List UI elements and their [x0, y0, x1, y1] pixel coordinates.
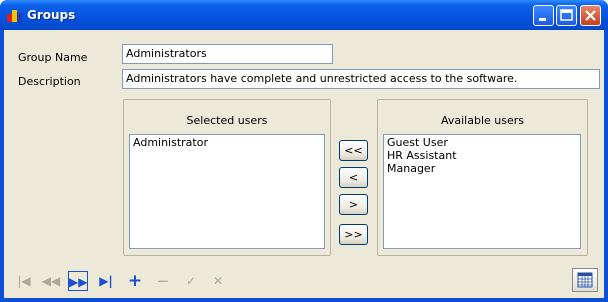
- list-item[interactable]: Guest User: [387, 136, 577, 149]
- minimize-icon: [539, 18, 546, 21]
- confirm-button[interactable]: ✓: [181, 271, 201, 291]
- next-record-button[interactable]: ▶▶: [68, 271, 88, 291]
- cancel-edit-button[interactable]: ✕: [208, 271, 228, 291]
- maximize-icon: [560, 9, 573, 21]
- next-icon: ▶▶: [69, 275, 88, 289]
- close-button[interactable]: [580, 5, 601, 26]
- last-icon: ▶|: [99, 274, 113, 288]
- groups-app-icon: [7, 10, 22, 22]
- delete-record-button[interactable]: −: [153, 271, 173, 291]
- minimize-button[interactable]: [533, 5, 554, 26]
- list-item[interactable]: Administrator: [133, 136, 321, 149]
- available-users-list[interactable]: Guest User HR Assistant Manager: [383, 134, 581, 249]
- groups-window: Groups Group Name Administrators Descrip…: [0, 0, 608, 302]
- remove-all-users-button[interactable]: >>: [339, 224, 368, 245]
- remove-user-button[interactable]: >: [339, 194, 368, 215]
- title-bar[interactable]: Groups: [0, 0, 608, 30]
- window-title: Groups: [27, 8, 76, 22]
- calendar-icon: [577, 272, 593, 288]
- form-client-area: Group Name Administrators Description Ad…: [4, 30, 604, 298]
- description-field[interactable]: Administrators have complete and unrestr…: [122, 69, 600, 89]
- selected-users-list[interactable]: Administrator: [129, 134, 325, 249]
- available-users-title: Available users: [440, 114, 524, 127]
- description-label: Description: [18, 75, 81, 88]
- maximize-button[interactable]: [556, 5, 577, 26]
- minus-icon: −: [156, 272, 170, 290]
- last-record-button[interactable]: ▶|: [96, 271, 116, 291]
- group-name-label: Group Name: [18, 51, 88, 64]
- calendar-button[interactable]: [572, 268, 598, 292]
- first-record-button[interactable]: |◀: [14, 271, 34, 291]
- available-users-group: Available users Guest User HR Assistant …: [377, 99, 588, 256]
- cancel-icon: ✕: [212, 274, 224, 288]
- selected-users-title: Selected users: [186, 114, 268, 127]
- add-record-button[interactable]: +: [125, 271, 145, 291]
- selected-users-group: Selected users Administrator: [123, 99, 331, 256]
- group-name-field[interactable]: Administrators: [122, 44, 333, 64]
- first-icon: |◀: [17, 274, 31, 288]
- plus-icon: +: [127, 271, 143, 291]
- add-user-button[interactable]: <: [339, 167, 368, 188]
- close-icon: [585, 10, 596, 21]
- previous-record-button[interactable]: ◀◀: [41, 271, 61, 291]
- add-all-users-button[interactable]: <<: [339, 140, 368, 161]
- check-icon: ✓: [185, 274, 197, 288]
- list-item[interactable]: Manager: [387, 162, 577, 175]
- previous-icon: ◀◀: [41, 274, 61, 288]
- list-item[interactable]: HR Assistant: [387, 149, 577, 162]
